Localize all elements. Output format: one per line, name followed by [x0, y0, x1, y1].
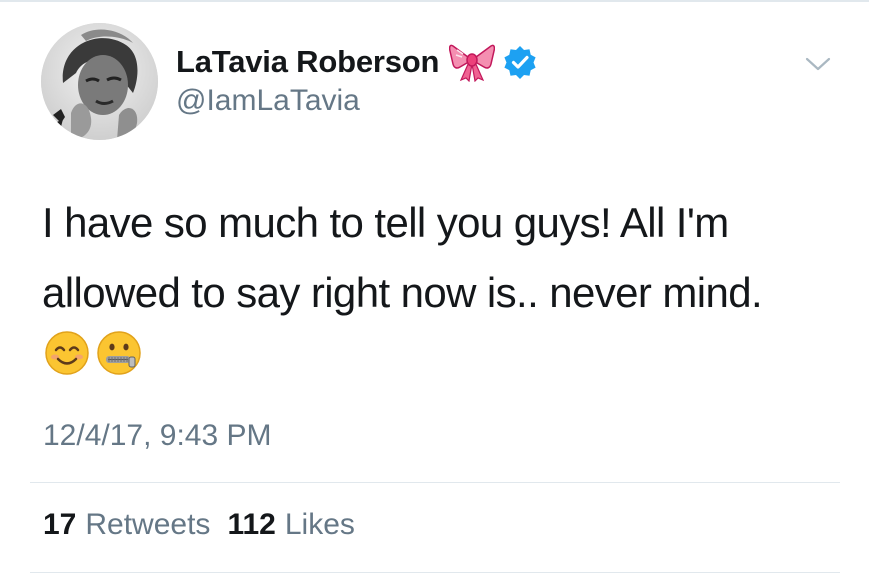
display-name-row: LaTavia Roberson	[176, 40, 537, 84]
divider	[30, 572, 840, 573]
retweets-label[interactable]: Retweets	[85, 508, 210, 542]
avatar[interactable]	[41, 23, 158, 140]
display-name[interactable]: LaTavia Roberson	[176, 44, 439, 80]
smiling-face-icon	[45, 331, 89, 375]
likes-count[interactable]: 112	[227, 508, 275, 542]
top-divider	[0, 0, 869, 2]
divider	[30, 482, 840, 483]
emoji-row	[44, 330, 142, 376]
chevron-down-icon[interactable]	[803, 52, 833, 76]
tweet-text: I have so much to tell you guys! All I'm…	[42, 199, 763, 316]
verified-badge-icon	[504, 46, 536, 79]
user-handle[interactable]: @IamLaTavia	[176, 84, 360, 118]
retweets-count[interactable]: 17	[43, 508, 76, 542]
zipper-mouth-face-icon	[97, 331, 141, 375]
likes-label[interactable]: Likes	[285, 508, 355, 542]
tweet-card: LaTavia Roberson @IamLaTavia I have so m…	[0, 0, 869, 576]
tweet-stats: 17 Retweets 112 Likes	[43, 508, 355, 542]
bow-emoji-icon	[449, 44, 496, 82]
tweet-timestamp[interactable]: 12/4/17, 9:43 PM	[43, 419, 272, 453]
